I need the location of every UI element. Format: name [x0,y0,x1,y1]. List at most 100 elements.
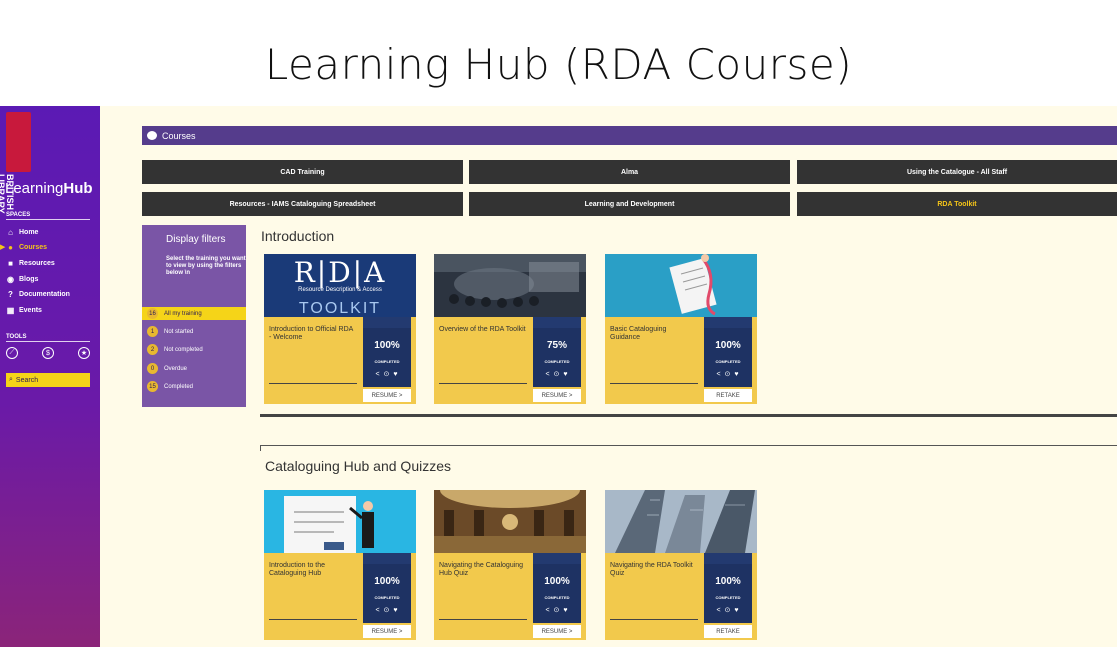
card-progress-line [610,383,698,384]
resume-button[interactable]: RESUME > [533,389,581,402]
sidebar-item-label: Resources [19,259,55,267]
resume-button[interactable]: RESUME > [363,625,411,638]
card-actions[interactable]: < ⊙ ♥ [704,370,752,378]
sidebar-item-resources[interactable]: ■ Resources [6,257,55,269]
info-icon[interactable]: ⊙ [384,371,391,378]
compass-icon[interactable]: ⟋ [6,347,18,359]
heart-icon[interactable]: ♥ [563,371,568,378]
info-icon[interactable]: ⊙ [725,607,732,614]
card-status: 100% COMPLETED < ⊙ ♥ [363,553,411,623]
section-title-cataloguing-hub: Cataloguing Hub and Quizzes [265,458,452,474]
share-icon[interactable]: < [375,371,380,378]
card-actions[interactable]: < ⊙ ♥ [363,370,411,378]
card-title[interactable]: Basic Cataloguing Guidance [610,326,698,342]
main-content: Courses CAD Training Alma Using the Cata… [100,106,1117,647]
info-icon[interactable]: ⊙ [725,371,732,378]
filter-not-started[interactable]: 1 Not started [142,325,246,338]
heart-icon[interactable]: ♥ [734,607,739,614]
category-cad-training[interactable]: CAD Training [142,160,463,184]
share-icon[interactable]: < [716,371,721,378]
course-card[interactable]: Navigating the Cataloguing Hub Quiz 100%… [434,490,586,640]
card-status: 100% COMPLETED < ⊙ ♥ [533,553,581,623]
info-icon[interactable]: ⊙ [554,371,561,378]
sidebar-item-events[interactable]: ▦ Events [6,304,42,316]
category-using-catalogue[interactable]: Using the Catalogue - All Staff [797,160,1117,184]
info-icon[interactable]: ⊙ [384,607,391,614]
course-card[interactable]: Introduction to the Cataloguing Hub 100%… [264,490,416,640]
category-rda-toolkit[interactable]: RDA Toolkit [797,192,1117,216]
card-progress-line [269,383,357,384]
card-actions[interactable]: < ⊙ ♥ [704,606,752,614]
courses-header-bar: Courses [142,126,1117,145]
share-icon[interactable]: < [545,607,550,614]
course-card[interactable]: R|D|A Resource Description & Access TOOL… [264,254,416,404]
sidebar-item-blogs[interactable]: ◉ Blogs [6,273,38,285]
card-title[interactable]: Overview of the RDA Toolkit [439,326,527,334]
heart-icon[interactable]: ♥ [734,371,739,378]
currency-icon[interactable]: $ [42,347,54,359]
completion-percent: 100% [374,576,400,587]
completion-status: COMPLETED [374,359,400,364]
filter-not-completed[interactable]: 2 Not completed [142,343,246,356]
retake-button[interactable]: RETAKE [704,625,752,638]
card-title[interactable]: Introduction to Official RDA - Welcome [269,326,357,342]
clipboard-image [605,254,757,317]
star-icon[interactable]: ★ [78,347,90,359]
section-divider [260,414,1117,417]
heart-icon[interactable]: ♥ [563,607,568,614]
sidebar-item-courses[interactable]: ● Courses [6,241,47,253]
info-icon[interactable]: ⊙ [554,607,561,614]
course-card[interactable]: Overview of the RDA Toolkit 75% COMPLETE… [434,254,586,404]
book-icon: ■ [8,258,13,268]
card-title[interactable]: Introduction to the Cataloguing Hub [269,562,357,578]
category-iams-spreadsheet[interactable]: Resources - IAMS Cataloguing Spreadsheet [142,192,463,216]
search-button[interactable]: ⌕ Search [6,373,90,387]
course-card[interactable]: Basic Cataloguing Guidance 100% COMPLETE… [605,254,757,404]
filters-title: Display filters [166,234,226,245]
filter-overdue[interactable]: 0 Overdue [142,362,246,375]
heart-icon[interactable]: ♥ [393,607,398,614]
filter-count: 0 [147,363,158,374]
completion-status: COMPLETED [715,359,741,364]
calendar-icon: ▦ [6,305,15,315]
filter-label: Not started [164,328,194,335]
rda-letters: R|D|A [293,256,387,289]
sidebar-item-label: Documentation [19,290,70,298]
card-title[interactable]: Navigating the RDA Toolkit Quiz [610,562,698,578]
courses-title: Courses [162,130,196,141]
filters-description: Select the training you want to view by … [166,256,246,276]
filter-completed[interactable]: 15 Completed [142,380,246,393]
category-learning-development[interactable]: Learning and Development [469,192,790,216]
card-status: 100% COMPLETED < ⊙ ♥ [704,553,752,623]
resume-button[interactable]: RESUME > [363,389,411,402]
card-actions[interactable]: < ⊙ ♥ [363,606,411,614]
british-library-logo[interactable]: BRITISH LIBRARY [0,112,31,214]
status-top-strip [533,317,581,328]
brand-learning-hub[interactable]: LearningHub [5,180,93,197]
spaces-label: SPACES [6,212,31,218]
completion-percent: 100% [715,576,741,587]
section-title-introduction: Introduction [261,228,335,244]
sidebar-item-documentation[interactable]: ? Documentation [6,288,70,300]
card-title[interactable]: Navigating the Cataloguing Hub Quiz [439,562,527,578]
card-progress-line [439,619,527,620]
share-icon[interactable]: < [545,371,550,378]
share-icon[interactable]: < [375,607,380,614]
card-progress-line [269,619,357,620]
help-icon: ? [8,289,13,299]
card-actions[interactable]: < ⊙ ♥ [533,606,581,614]
course-card[interactable]: Navigating the RDA Toolkit Quiz 100% COM… [605,490,757,640]
completion-status: COMPLETED [374,595,400,600]
category-alma[interactable]: Alma [469,160,790,184]
sidebar-item-home[interactable]: ⌂ Home [6,226,38,238]
heart-icon[interactable]: ♥ [393,371,398,378]
filter-all-my-training[interactable]: 16 All my training [142,307,246,320]
retake-button[interactable]: RETAKE [704,389,752,402]
completion-status: COMPLETED [544,595,570,600]
status-top-strip [533,553,581,564]
slide-title: Learning Hub (RDA Course) [264,40,853,89]
resume-button[interactable]: RESUME > [533,625,581,638]
card-actions[interactable]: < ⊙ ♥ [533,370,581,378]
share-icon[interactable]: < [716,607,721,614]
filter-count: 16 [147,308,158,319]
